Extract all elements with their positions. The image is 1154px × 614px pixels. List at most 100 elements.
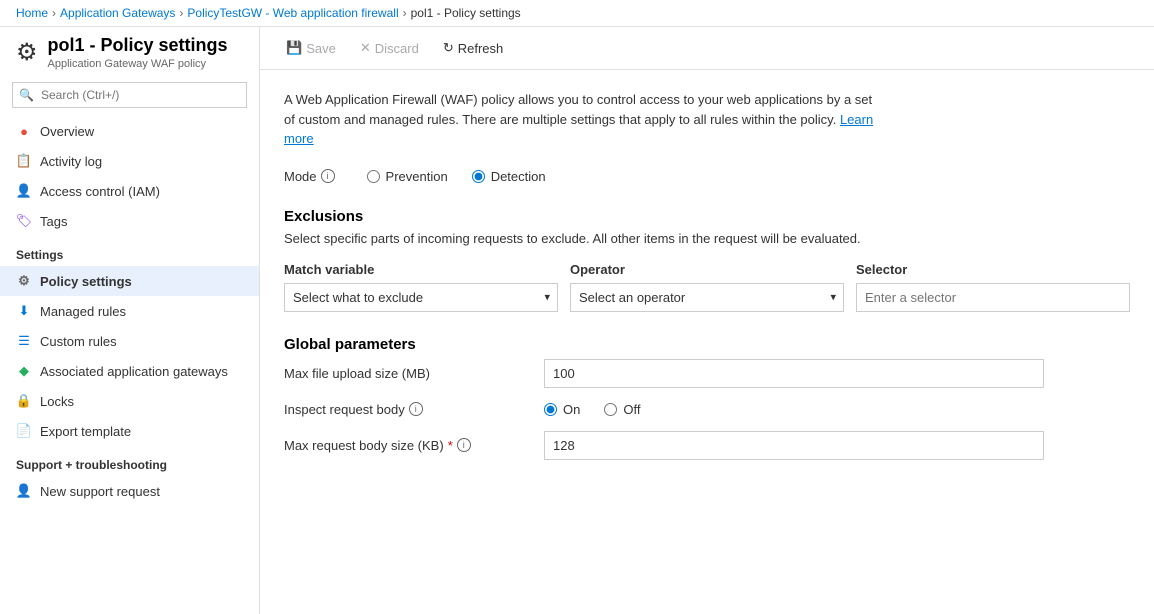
max-body-size-label: Max request body size (KB) * i <box>284 438 544 453</box>
content-area: 💾 Save ✕ Discard ↻ Refresh A Web Applica… <box>260 27 1154 614</box>
discard-button[interactable]: ✕ Discard <box>350 35 429 61</box>
param-max-body-size: Max request body size (KB) * i <box>284 431 1130 460</box>
content-body: A Web Application Firewall (WAF) policy … <box>260 70 1154 614</box>
refresh-icon: ↻ <box>443 40 454 56</box>
nav-policy-settings[interactable]: ⚙ Policy settings <box>0 266 259 296</box>
assoc-gateways-icon: ◆ <box>16 363 32 379</box>
search-input[interactable] <box>12 82 247 108</box>
mode-detection-label: Detection <box>491 169 546 184</box>
inspect-off-label: Off <box>623 402 640 417</box>
sidebar: ⚙ pol1 - Policy settings Application Gat… <box>0 27 260 614</box>
iam-icon: 👤 <box>16 183 32 199</box>
support-icon: 👤 <box>16 483 32 499</box>
nav-label-policy-settings: Policy settings <box>40 274 132 289</box>
breadcrumb-waf[interactable]: PolicyTestGW - Web application firewall <box>187 6 398 20</box>
save-icon: 💾 <box>286 40 302 56</box>
nav-label-support: New support request <box>40 484 160 499</box>
managed-rules-icon: ⬇ <box>16 303 32 319</box>
settings-section-label: Settings <box>0 236 259 266</box>
nav-label-overview: Overview <box>40 124 94 139</box>
nav-label-locks: Locks <box>40 394 74 409</box>
refresh-label: Refresh <box>458 41 504 56</box>
nav-label-custom-rules: Custom rules <box>40 334 117 349</box>
max-file-upload-input[interactable] <box>544 359 1044 388</box>
mode-row: Mode i Prevention Detection <box>284 169 1130 184</box>
support-section-label: Support + troubleshooting <box>0 446 259 476</box>
nav-assoc-gateways[interactable]: ◆ Associated application gateways <box>0 356 259 386</box>
nav-label-export: Export template <box>40 424 131 439</box>
selector-input[interactable] <box>856 283 1130 312</box>
param-inspect-body: Inspect request body i On Off <box>284 402 1130 417</box>
nav-label-activity: Activity log <box>40 154 102 169</box>
nav-label-iam: Access control (IAM) <box>40 184 160 199</box>
operator-select[interactable]: Select an operator <box>570 283 844 312</box>
sidebar-subtitle: Application Gateway WAF policy <box>48 58 228 70</box>
search-icon: 🔍 <box>19 88 34 102</box>
mode-prevention-option[interactable]: Prevention <box>367 169 448 184</box>
col-operator: Operator <box>570 262 844 277</box>
nav-custom-rules[interactable]: ☰ Custom rules <box>0 326 259 356</box>
mode-detection-radio[interactable] <box>472 170 485 183</box>
max-file-upload-label: Max file upload size (MB) <box>284 366 544 381</box>
breadcrumb: Home › Application Gateways › PolicyTest… <box>0 0 1154 27</box>
breadcrumb-home[interactable]: Home <box>16 6 48 20</box>
nav-overview[interactable]: ● Overview <box>0 116 259 146</box>
match-variable-wrapper: Select what to exclude <box>284 283 558 312</box>
inspect-on-label: On <box>563 402 580 417</box>
inspect-body-radio-group: On Off <box>544 402 1044 417</box>
global-params: Global parameters Max file upload size (… <box>284 336 1130 460</box>
nav-label-tags: Tags <box>40 214 67 229</box>
nav-tags[interactable]: 🏷 Tags <box>0 206 259 236</box>
sidebar-header: ⚙ pol1 - Policy settings Application Gat… <box>0 27 259 74</box>
sidebar-title: pol1 - Policy settings <box>48 35 228 56</box>
param-max-file-upload: Max file upload size (MB) <box>284 359 1130 388</box>
inspect-on-option[interactable]: On <box>544 402 580 417</box>
export-icon: 📄 <box>16 423 32 439</box>
match-variable-select[interactable]: Select what to exclude <box>284 283 558 312</box>
inspect-off-option[interactable]: Off <box>604 402 640 417</box>
mode-label: Mode i <box>284 169 335 184</box>
max-body-size-info-icon[interactable]: i <box>457 438 471 452</box>
inspect-body-info-icon[interactable]: i <box>409 402 423 416</box>
breadcrumb-appgw[interactable]: Application Gateways <box>60 6 175 20</box>
policy-settings-icon: ⚙ <box>16 273 32 289</box>
exclusions-desc: Select specific parts of incoming reques… <box>284 231 1130 246</box>
mode-radio-group: Prevention Detection <box>367 169 546 184</box>
refresh-button[interactable]: ↻ Refresh <box>433 35 513 61</box>
exclusions-header: Match variable Operator Selector <box>284 262 1130 277</box>
save-button[interactable]: 💾 Save <box>276 35 346 61</box>
nav-iam[interactable]: 👤 Access control (IAM) <box>0 176 259 206</box>
max-body-size-value <box>544 431 1044 460</box>
col-selector: Selector <box>856 262 1130 277</box>
search-container: 🔍 <box>12 82 247 108</box>
inspect-on-radio[interactable] <box>544 403 557 416</box>
nav-label-assoc-gateways: Associated application gateways <box>40 364 228 379</box>
inspect-off-radio[interactable] <box>604 403 617 416</box>
nav-activity-log[interactable]: 📋 Activity log <box>0 146 259 176</box>
mode-info-icon[interactable]: i <box>321 169 335 183</box>
gear-icon-large: ⚙ <box>16 38 38 67</box>
toolbar: 💾 Save ✕ Discard ↻ Refresh <box>260 27 1154 70</box>
discard-icon: ✕ <box>360 40 371 56</box>
nav-locks[interactable]: 🔒 Locks <box>0 386 259 416</box>
exclusions-title: Exclusions <box>284 208 1130 225</box>
nav-managed-rules[interactable]: ⬇ Managed rules <box>0 296 259 326</box>
mode-prevention-label: Prevention <box>386 169 448 184</box>
nav-export-template[interactable]: 📄 Export template <box>0 416 259 446</box>
breadcrumb-current: pol1 - Policy settings <box>411 6 521 20</box>
description-text: A Web Application Firewall (WAF) policy … <box>284 90 884 149</box>
discard-label: Discard <box>375 41 419 56</box>
activity-log-icon: 📋 <box>16 153 32 169</box>
mode-prevention-radio[interactable] <box>367 170 380 183</box>
overview-icon: ● <box>16 123 32 139</box>
nav-new-support[interactable]: 👤 New support request <box>0 476 259 506</box>
exclusions-row: Select what to exclude Select an operato… <box>284 283 1130 312</box>
nav-label-managed-rules: Managed rules <box>40 304 126 319</box>
col-match-variable: Match variable <box>284 262 558 277</box>
operator-wrapper: Select an operator <box>570 283 844 312</box>
exclusions-table: Match variable Operator Selector Select … <box>284 262 1130 312</box>
custom-rules-icon: ☰ <box>16 333 32 349</box>
mode-detection-option[interactable]: Detection <box>472 169 546 184</box>
max-body-size-input[interactable] <box>544 431 1044 460</box>
save-label: Save <box>306 41 336 56</box>
